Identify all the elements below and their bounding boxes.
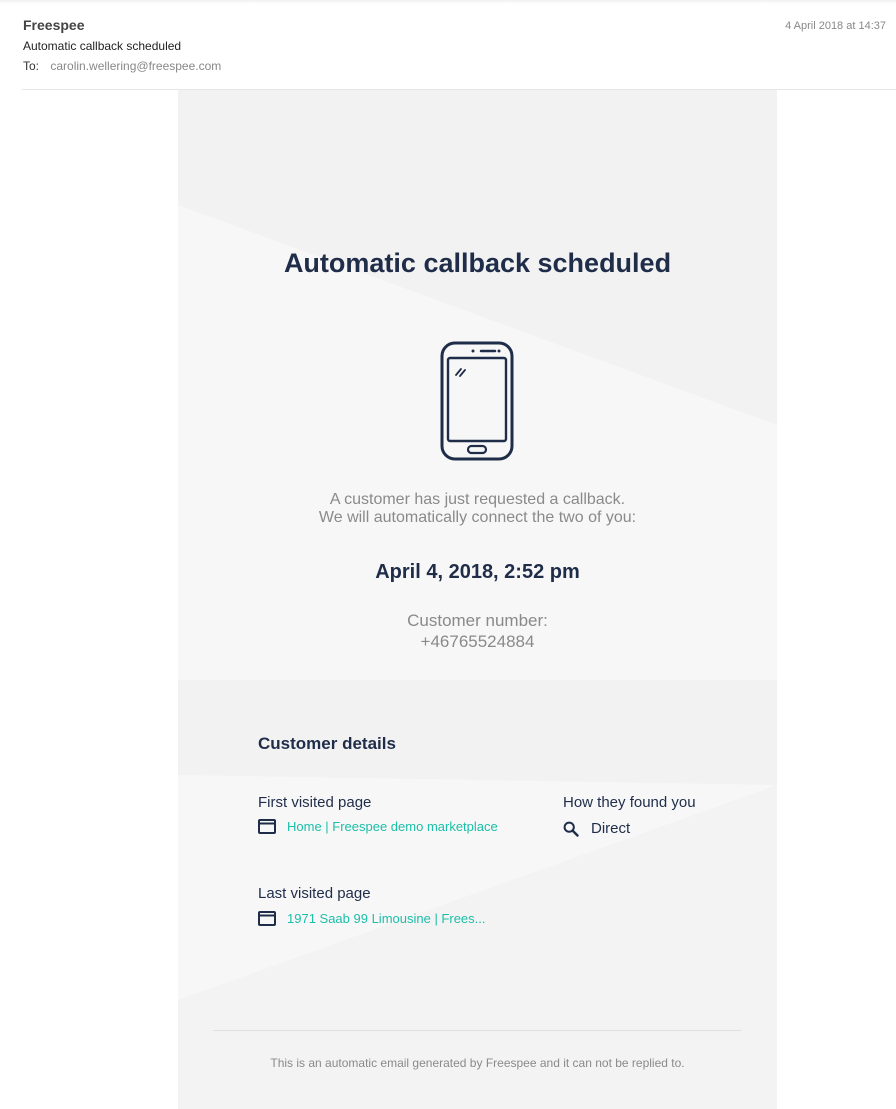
mail-header: Freespee Automatic callback scheduled To… <box>0 0 896 90</box>
email-body: Automatic callback scheduled A customer … <box>178 90 777 1109</box>
how-found-value: Direct <box>591 820 631 837</box>
first-visited-value[interactable]: Home | Freespee demo marketplace <box>287 819 498 834</box>
footer-divider <box>213 1030 741 1031</box>
to-label: To: <box>23 59 40 73</box>
intro-line-2: We will automatically connect the two of… <box>318 509 637 526</box>
how-found-label: How they found you <box>563 794 696 811</box>
customer-number-block: Customer number: +46765524884 <box>178 610 777 652</box>
recipient-address[interactable]: carolin.wellering@freespee.com <box>50 59 221 73</box>
sender-name[interactable]: Freespee <box>23 17 84 33</box>
search-icon <box>563 821 579 837</box>
intro-text: A customer has just requested a callback… <box>178 491 777 527</box>
footer-note: This is an automatic email generated by … <box>270 1056 685 1070</box>
mail-subject: Automatic callback scheduled <box>23 39 182 53</box>
customer-number[interactable]: +46765524884 <box>178 631 777 652</box>
customer-number-label: Customer number: <box>407 611 548 630</box>
background-shapes <box>178 205 777 1109</box>
scheduled-time: April 4, 2018, 2:52 pm <box>375 561 580 583</box>
last-visited-link[interactable]: 1971 Saab 99 Limousine | Frees... <box>258 911 486 926</box>
first-visited-label: First visited page <box>258 794 372 811</box>
browser-window-icon <box>258 819 276 834</box>
last-visited-value[interactable]: 1971 Saab 99 Limousine | Frees... <box>287 911 486 926</box>
intro-line-1: A customer has just requested a callback… <box>329 491 626 508</box>
browser-window-icon <box>258 911 276 926</box>
smartphone-icon <box>440 341 514 461</box>
first-visited-link[interactable]: Home | Freespee demo marketplace <box>258 819 498 834</box>
last-visited-label: Last visited page <box>258 885 371 902</box>
customer-details-heading: Customer details <box>258 734 396 753</box>
mail-date: 4 April 2018 at 14:37 <box>785 20 886 32</box>
recipient-row: To: carolin.wellering@freespee.com <box>23 59 221 73</box>
how-found-row: Direct <box>563 820 630 837</box>
email-headline: Automatic callback scheduled <box>283 248 672 278</box>
